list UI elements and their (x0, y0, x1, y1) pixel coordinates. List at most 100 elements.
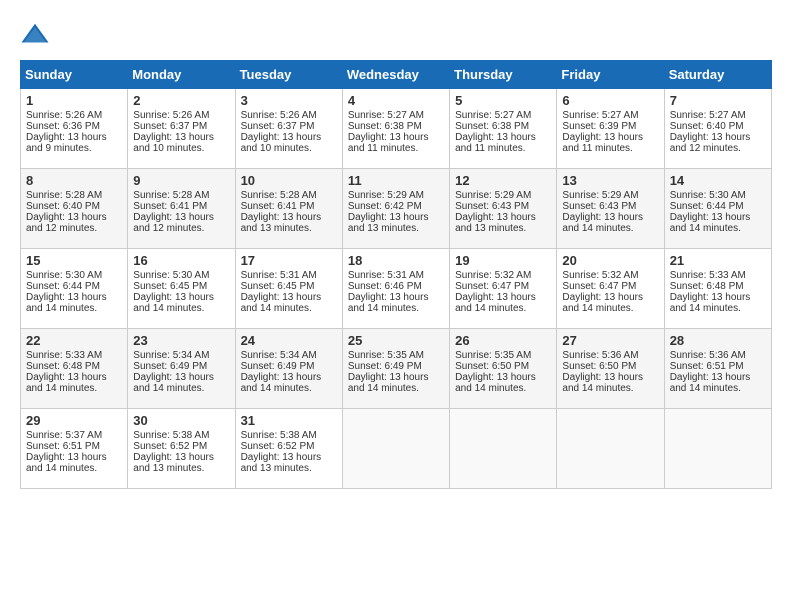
day-info: Daylight: 13 hours (670, 372, 766, 383)
day-number: 2 (133, 93, 229, 108)
day-info: and 14 minutes. (241, 303, 337, 314)
day-info: Sunrise: 5:27 AM (562, 110, 658, 121)
day-info: Sunrise: 5:35 AM (348, 350, 444, 361)
calendar-cell: 4Sunrise: 5:27 AMSunset: 6:38 PMDaylight… (342, 89, 449, 169)
day-info: Sunset: 6:52 PM (241, 441, 337, 452)
day-info: Daylight: 13 hours (26, 212, 122, 223)
day-info: and 13 minutes. (241, 463, 337, 474)
day-number: 22 (26, 333, 122, 348)
calendar-cell (557, 409, 664, 489)
day-info: Sunset: 6:49 PM (133, 361, 229, 372)
day-number: 28 (670, 333, 766, 348)
day-info: and 14 minutes. (241, 383, 337, 394)
day-info: and 13 minutes. (348, 223, 444, 234)
day-info: Daylight: 13 hours (670, 132, 766, 143)
day-info: Sunset: 6:49 PM (348, 361, 444, 372)
calendar-cell: 11Sunrise: 5:29 AMSunset: 6:42 PMDayligh… (342, 169, 449, 249)
day-info: Sunrise: 5:32 AM (455, 270, 551, 281)
day-info: and 12 minutes. (133, 223, 229, 234)
calendar-cell: 29Sunrise: 5:37 AMSunset: 6:51 PMDayligh… (21, 409, 128, 489)
day-info: Sunset: 6:39 PM (562, 121, 658, 132)
day-info: Daylight: 13 hours (241, 292, 337, 303)
day-info: Daylight: 13 hours (562, 212, 658, 223)
day-info: and 14 minutes. (133, 383, 229, 394)
day-info: Daylight: 13 hours (348, 292, 444, 303)
day-number: 20 (562, 253, 658, 268)
day-info: Sunrise: 5:26 AM (241, 110, 337, 121)
calendar-cell: 23Sunrise: 5:34 AMSunset: 6:49 PMDayligh… (128, 329, 235, 409)
day-info: Sunrise: 5:30 AM (26, 270, 122, 281)
day-info: Sunrise: 5:34 AM (133, 350, 229, 361)
day-info: Daylight: 13 hours (241, 452, 337, 463)
day-number: 12 (455, 173, 551, 188)
col-header-tuesday: Tuesday (235, 61, 342, 89)
day-info: Sunset: 6:41 PM (133, 201, 229, 212)
calendar-cell: 7Sunrise: 5:27 AMSunset: 6:40 PMDaylight… (664, 89, 771, 169)
day-number: 10 (241, 173, 337, 188)
day-info: Sunset: 6:45 PM (241, 281, 337, 292)
col-header-friday: Friday (557, 61, 664, 89)
day-info: and 11 minutes. (348, 143, 444, 154)
calendar-cell: 27Sunrise: 5:36 AMSunset: 6:50 PMDayligh… (557, 329, 664, 409)
day-info: Sunset: 6:40 PM (26, 201, 122, 212)
day-info: Sunset: 6:44 PM (26, 281, 122, 292)
day-number: 24 (241, 333, 337, 348)
day-info: Daylight: 13 hours (455, 372, 551, 383)
day-info: Daylight: 13 hours (133, 292, 229, 303)
day-info: Sunset: 6:52 PM (133, 441, 229, 452)
day-info: and 14 minutes. (348, 383, 444, 394)
day-info: and 12 minutes. (670, 143, 766, 154)
day-info: Sunset: 6:43 PM (455, 201, 551, 212)
logo-icon (20, 20, 50, 50)
calendar-cell: 10Sunrise: 5:28 AMSunset: 6:41 PMDayligh… (235, 169, 342, 249)
day-info: Sunset: 6:51 PM (670, 361, 766, 372)
calendar-cell: 24Sunrise: 5:34 AMSunset: 6:49 PMDayligh… (235, 329, 342, 409)
day-info: Sunset: 6:38 PM (348, 121, 444, 132)
day-info: Sunset: 6:43 PM (562, 201, 658, 212)
day-info: Sunset: 6:44 PM (670, 201, 766, 212)
day-number: 7 (670, 93, 766, 108)
col-header-sunday: Sunday (21, 61, 128, 89)
day-info: Daylight: 13 hours (348, 372, 444, 383)
day-info: and 11 minutes. (562, 143, 658, 154)
calendar-week-row: 29Sunrise: 5:37 AMSunset: 6:51 PMDayligh… (21, 409, 772, 489)
day-number: 19 (455, 253, 551, 268)
day-info: and 14 minutes. (562, 383, 658, 394)
day-number: 6 (562, 93, 658, 108)
day-info: Sunrise: 5:27 AM (670, 110, 766, 121)
col-header-thursday: Thursday (450, 61, 557, 89)
day-info: Sunrise: 5:36 AM (562, 350, 658, 361)
day-info: and 11 minutes. (455, 143, 551, 154)
day-info: Sunset: 6:41 PM (241, 201, 337, 212)
calendar-cell: 18Sunrise: 5:31 AMSunset: 6:46 PMDayligh… (342, 249, 449, 329)
day-number: 30 (133, 413, 229, 428)
day-info: and 10 minutes. (133, 143, 229, 154)
day-info: Daylight: 13 hours (670, 212, 766, 223)
day-info: Sunrise: 5:34 AM (241, 350, 337, 361)
calendar-cell: 26Sunrise: 5:35 AMSunset: 6:50 PMDayligh… (450, 329, 557, 409)
day-info: Daylight: 13 hours (562, 372, 658, 383)
day-info: Sunrise: 5:35 AM (455, 350, 551, 361)
day-info: Sunrise: 5:33 AM (26, 350, 122, 361)
day-info: and 14 minutes. (670, 223, 766, 234)
day-info: Daylight: 13 hours (455, 212, 551, 223)
day-info: Sunrise: 5:38 AM (133, 430, 229, 441)
day-info: Daylight: 13 hours (26, 372, 122, 383)
day-info: and 14 minutes. (670, 383, 766, 394)
day-number: 9 (133, 173, 229, 188)
calendar-cell: 30Sunrise: 5:38 AMSunset: 6:52 PMDayligh… (128, 409, 235, 489)
day-info: and 14 minutes. (26, 463, 122, 474)
day-info: Sunrise: 5:27 AM (455, 110, 551, 121)
day-info: Sunrise: 5:28 AM (241, 190, 337, 201)
day-info: and 10 minutes. (241, 143, 337, 154)
day-info: Sunset: 6:37 PM (133, 121, 229, 132)
day-info: Sunrise: 5:28 AM (133, 190, 229, 201)
calendar-cell: 19Sunrise: 5:32 AMSunset: 6:47 PMDayligh… (450, 249, 557, 329)
calendar-cell: 1Sunrise: 5:26 AMSunset: 6:36 PMDaylight… (21, 89, 128, 169)
day-info: and 9 minutes. (26, 143, 122, 154)
day-info: Sunrise: 5:30 AM (670, 190, 766, 201)
day-number: 26 (455, 333, 551, 348)
day-number: 8 (26, 173, 122, 188)
day-number: 1 (26, 93, 122, 108)
day-number: 3 (241, 93, 337, 108)
